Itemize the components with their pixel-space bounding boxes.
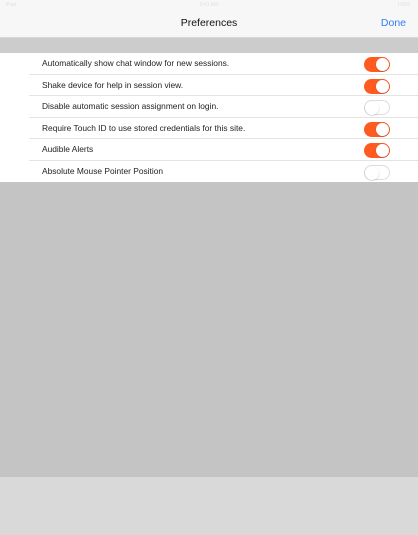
navigation-bar: Preferences Done — [0, 10, 418, 38]
preference-row-absolute-mouse-pointer: Absolute Mouse Pointer Position — [0, 160, 418, 182]
bottom-panel — [0, 477, 418, 535]
status-battery: 100% — [397, 2, 410, 8]
preference-row-disable-session-assignment: Disable automatic session assignment on … — [0, 96, 418, 118]
toggle-switch[interactable] — [364, 100, 390, 115]
preference-label: Disable automatic session assignment on … — [42, 101, 219, 111]
toggle-switch[interactable] — [364, 78, 390, 94]
toggle-switch[interactable] — [364, 121, 390, 137]
preference-row-require-touch-id: Require Touch ID to use stored credentia… — [0, 117, 418, 139]
toggle-knob — [365, 101, 379, 115]
toggle-switch[interactable] — [364, 57, 390, 72]
section-spacer — [0, 38, 418, 53]
empty-content-area — [0, 182, 418, 477]
preference-label: Shake device for help in session view. — [42, 79, 184, 90]
toggle-knob — [365, 165, 379, 180]
preference-row-audible-alerts: Audible Alerts — [0, 139, 418, 161]
preferences-screen: iPad 9:41 AM 100% Preferences Done Autom… — [0, 0, 418, 535]
toggle-knob — [376, 122, 389, 136]
toggle-switch[interactable] — [364, 164, 390, 180]
preferences-list: Automatically show chat window for new s… — [0, 53, 418, 182]
toggle-switch[interactable] — [364, 143, 390, 158]
preference-label: Audible Alerts — [42, 144, 94, 154]
done-button[interactable]: Done — [381, 10, 406, 37]
toggle-knob — [376, 58, 389, 71]
preference-label: Require Touch ID to use stored credentia… — [42, 122, 246, 133]
status-carrier: iPad — [6, 2, 17, 8]
status-time: 9:41 AM — [199, 2, 219, 8]
preference-row-shake-device-help: Shake device for help in session view. — [0, 74, 418, 96]
preference-label: Automatically show chat window for new s… — [42, 58, 230, 68]
toggle-knob — [376, 144, 389, 157]
preference-row-auto-chat-window: Automatically show chat window for new s… — [0, 53, 418, 75]
toggle-knob — [376, 79, 389, 93]
status-bar: iPad 9:41 AM 100% — [0, 0, 418, 10]
preference-label: Absolute Mouse Pointer Position — [42, 165, 164, 176]
page-title: Preferences — [180, 17, 238, 29]
